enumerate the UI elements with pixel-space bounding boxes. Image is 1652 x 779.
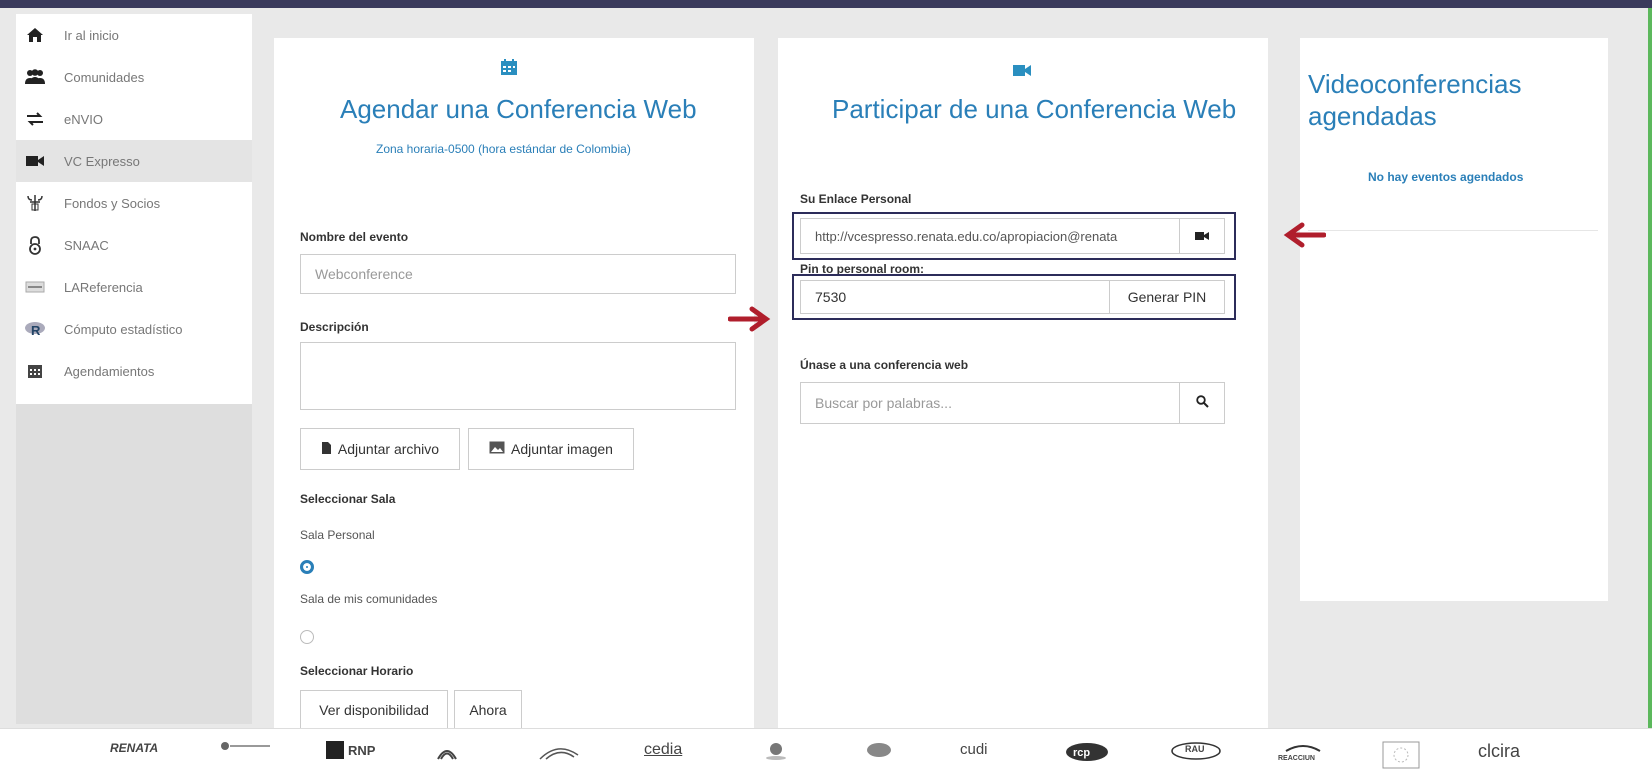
event-name-label: Nombre del evento [300, 230, 409, 244]
sidebar-item-label: Comunidades [64, 69, 145, 85]
join-title: Participar de una Conferencia Web [832, 94, 1237, 124]
scheduled-panel: Videoconferencias agendadas No hay event… [1300, 38, 1608, 601]
eu-flag-logo[interactable] [1382, 741, 1420, 769]
video-camera-icon [24, 150, 46, 172]
rau-logo[interactable]: RAU [1170, 741, 1222, 761]
start-video-button[interactable] [1179, 218, 1225, 254]
attach-image-label: Adjuntar imagen [511, 441, 613, 457]
partner-logo-globe[interactable] [764, 741, 788, 761]
sidebar-item-label: Cómputo estadístico [64, 321, 183, 337]
image-icon [489, 441, 505, 457]
personal-link-label: Su Enlace Personal [800, 192, 912, 206]
join-panel: Participar de una Conferencia Web Su Enl… [778, 38, 1268, 730]
join-conference-label: Únase a una conferencia web [800, 358, 969, 372]
room-personal-radio[interactable] [300, 560, 314, 574]
event-name-input[interactable]: Webconference [300, 254, 736, 294]
reference-icon [24, 276, 46, 298]
rau-text: RAU [1185, 744, 1205, 754]
sidebar-item-label: LAReferencia [64, 279, 143, 295]
sidebar-background [16, 404, 252, 724]
sidebar-item-snaac[interactable]: SNAAC [16, 224, 252, 266]
description-textarea[interactable] [300, 342, 736, 410]
cudi-logo[interactable]: cudi [960, 741, 988, 758]
reacciun-text: REACCIUN [1278, 755, 1315, 762]
top-bar [0, 0, 1652, 8]
arrow-right-icon [728, 306, 771, 332]
partner-logo-circle[interactable] [866, 741, 892, 759]
schedule-title: Agendar una Conferencia Web [340, 94, 697, 124]
right-edge-bar [1648, 8, 1652, 728]
see-availability-button[interactable]: Ver disponibilidad [300, 690, 448, 730]
rnp-logo[interactable]: RNP [326, 741, 375, 759]
video-camera-icon [1195, 228, 1209, 244]
partner-logo-wave[interactable] [436, 741, 458, 763]
select-room-label: Seleccionar Sala [300, 492, 396, 506]
renata-logo[interactable]: RENATA [110, 741, 158, 755]
partner-logo-arc[interactable] [538, 741, 580, 761]
now-button[interactable]: Ahora [454, 690, 522, 730]
room-communities-radio[interactable] [300, 630, 314, 644]
room-personal-label: Sala Personal [300, 528, 375, 542]
sidebar-item-label: VC Expresso [64, 153, 140, 169]
funds-icon [24, 192, 46, 214]
partner-logo-dot[interactable] [220, 741, 272, 751]
pin-input[interactable]: 7530 [800, 280, 1110, 314]
divider [1308, 230, 1598, 231]
sidebar-item-label: Fondos y Socios [64, 195, 161, 211]
select-time-label: Seleccionar Horario [300, 664, 414, 678]
cedia-logo[interactable]: cedia [644, 741, 682, 759]
room-communities-label: Sala de mis comunidades [300, 592, 438, 606]
personal-link-input[interactable]: http://vcespresso.renata.edu.co/apropiac… [800, 218, 1180, 254]
generate-pin-button[interactable]: Generar PIN [1109, 280, 1225, 314]
home-icon [24, 24, 46, 46]
personal-link-value: http://vcespresso.renata.edu.co/apropiac… [815, 228, 1118, 244]
sidebar-item-home[interactable]: Ir al inicio [16, 14, 252, 56]
no-events-text: No hay eventos agendados [1368, 170, 1524, 184]
pin-value: 7530 [815, 289, 847, 305]
sidebar-item-computo[interactable]: R Cómputo estadístico [16, 308, 252, 350]
timezone-text: Zona horaria-0500 (hora estándar de Colo… [376, 142, 631, 156]
svg-text:R: R [31, 323, 41, 338]
file-icon [321, 441, 332, 458]
scheduled-title: Videoconferencias agendadas [1308, 69, 1522, 131]
sidebar-item-lareferencia[interactable]: LAReferencia [16, 266, 252, 308]
reacciun-logo[interactable]: REACCIUN [1278, 741, 1328, 765]
sidebar-item-communities[interactable]: Comunidades [16, 56, 252, 98]
sidebar-item-label: SNAAC [64, 237, 109, 253]
svg-text:rcp: rcp [1073, 747, 1090, 759]
calendar-icon [500, 58, 518, 82]
attach-file-label: Adjuntar archivo [337, 441, 440, 457]
calendar-icon [24, 360, 46, 382]
sidebar-item-envio[interactable]: eNVIO [16, 98, 252, 140]
arrow-left-icon [1283, 222, 1326, 248]
partner-logo-rcp[interactable]: rcp [1064, 741, 1110, 763]
attach-image-button[interactable]: Adjuntar imagen [468, 428, 634, 470]
r-logo-icon: R [24, 318, 46, 340]
search-placeholder: Buscar por palabras... [815, 395, 952, 411]
sidebar-item-funds[interactable]: Fondos y Socios [16, 182, 252, 224]
lock-icon [24, 234, 46, 256]
search-input[interactable]: Buscar por palabras... [800, 382, 1180, 424]
video-camera-icon [1012, 60, 1032, 83]
sidebar-item-vc-expresso[interactable]: VC Expresso [16, 140, 252, 182]
rnp-text: RNP [348, 742, 376, 758]
sidebar-item-agendamientos[interactable]: Agendamientos [16, 350, 252, 392]
clcira-logo[interactable]: clcira [1478, 741, 1520, 762]
attach-file-button[interactable]: Adjuntar archivo [300, 428, 460, 470]
sidebar-item-label: Ir al inicio [64, 27, 119, 43]
users-icon [24, 66, 46, 88]
description-label: Descripción [300, 320, 369, 334]
sidebar: Ir al inicio Comunidades eNVIO VC Expres… [16, 14, 252, 404]
search-icon [1195, 395, 1209, 411]
schedule-panel: Agendar una Conferencia Web Zona horaria… [274, 38, 754, 730]
exchange-icon [24, 108, 46, 130]
search-button[interactable] [1179, 382, 1225, 424]
sidebar-item-label: Agendamientos [64, 363, 155, 379]
event-name-placeholder: Webconference [315, 266, 413, 282]
partner-logos-footer: RENATA RNP cedia cudi rcp RAU REACCIUN c… [0, 728, 1652, 779]
sidebar-item-label: eNVIO [64, 111, 104, 127]
